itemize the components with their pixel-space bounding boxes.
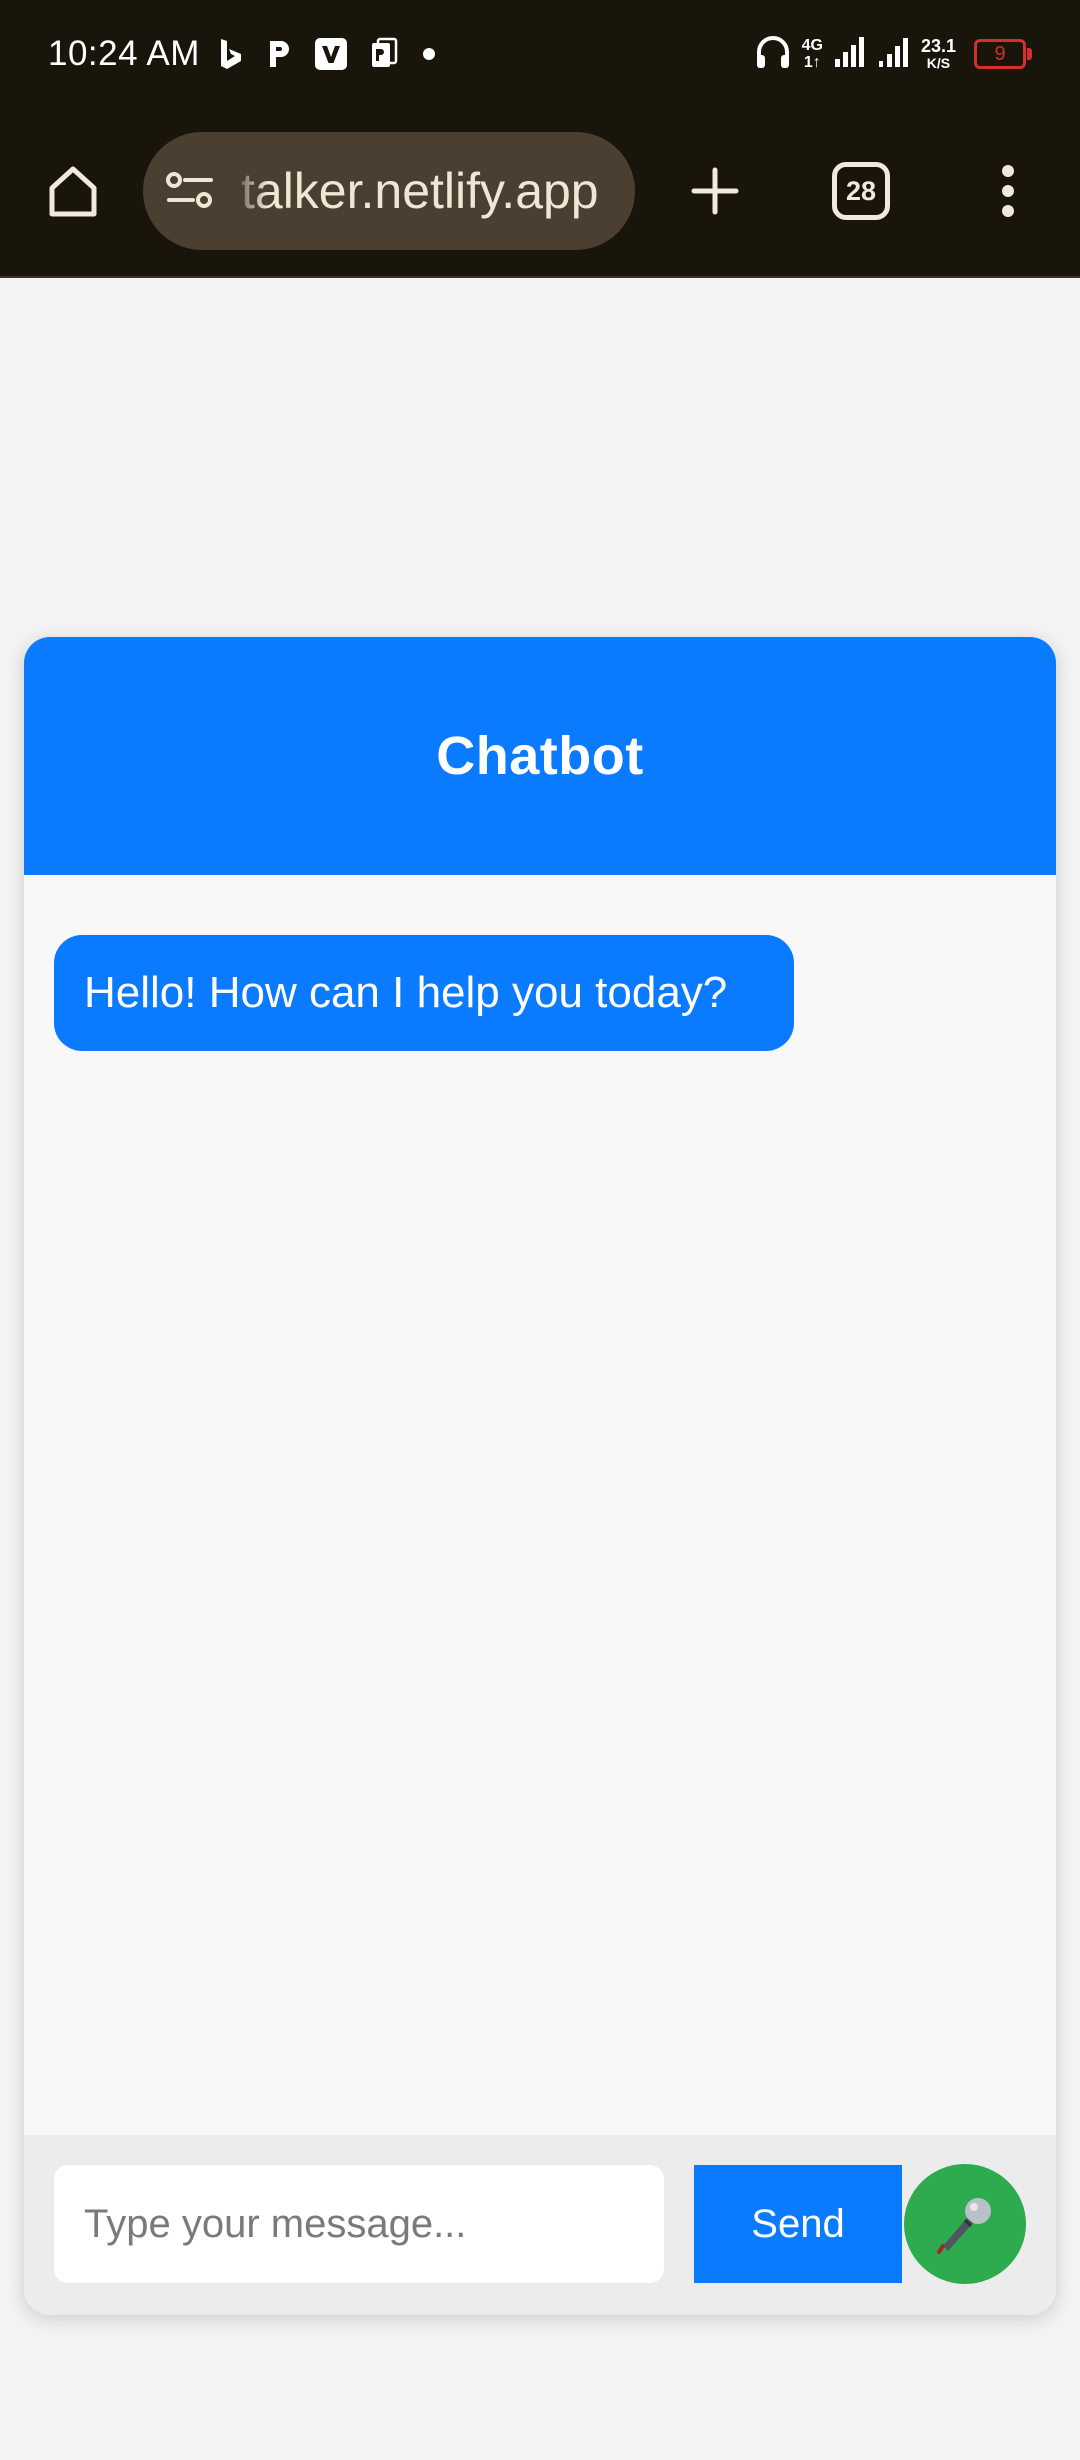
more-dot-icon [422,34,436,74]
speed-unit: K/S [926,55,951,71]
home-icon [49,166,97,217]
speed-value: 23.1 [920,36,956,56]
signal-icon [833,35,867,74]
v-icon [314,34,348,74]
network-sub-label: 1↑ [803,54,821,71]
network-gen-label: 4G [801,37,823,54]
bing-icon [218,34,244,74]
send-button[interactable]: Send [694,2165,902,2283]
status-right: 4G 1↑ 23.1 K/S 9 [754,30,1032,78]
battery-nub [1027,48,1032,60]
tab-count: 28 [845,175,877,206]
mic-button[interactable] [904,2164,1026,2284]
battery-level: 9 [994,43,1006,65]
headphones-icon [754,33,792,76]
status-bar: 10:24 AM 4G 1↑ 23.1 K/S 9 [0,0,1080,108]
more-vert-icon [1002,165,1014,217]
chat-container: Chatbot Hello! How can I help you today?… [24,637,1056,2315]
site-settings-icon[interactable] [165,169,215,213]
message-input[interactable] [54,2165,664,2283]
network-gen: 4G 1↑ [802,37,823,71]
pdf-icon [370,34,400,74]
paytm-icon [266,34,292,74]
signal-icon-2 [877,35,911,74]
notification-icons [218,34,436,74]
chat-header: Chatbot [24,637,1056,875]
home-button[interactable] [38,156,108,226]
new-tab-button[interactable] [680,156,750,226]
browser-menu-button[interactable] [986,156,1030,226]
chat-messages[interactable]: Hello! How can I help you today? [24,875,1056,2135]
battery-icon: 9 [974,39,1032,69]
chat-title: Chatbot [436,726,644,786]
plus-icon [691,167,739,215]
tab-switcher-button[interactable]: 28 [832,162,890,220]
network-speed: 23.1 K/S [921,37,956,71]
url-text[interactable]: talker.netlify.app [241,132,621,250]
status-time: 10:24 AM [48,34,200,73]
chat-input-bar: Send [24,2135,1056,2315]
microphone-icon [937,2198,991,2254]
address-bar[interactable]: talker.netlify.app [143,132,635,250]
bot-message: Hello! How can I help you today? [54,935,794,1051]
browser-toolbar: talker.netlify.app 28 [0,108,1080,278]
